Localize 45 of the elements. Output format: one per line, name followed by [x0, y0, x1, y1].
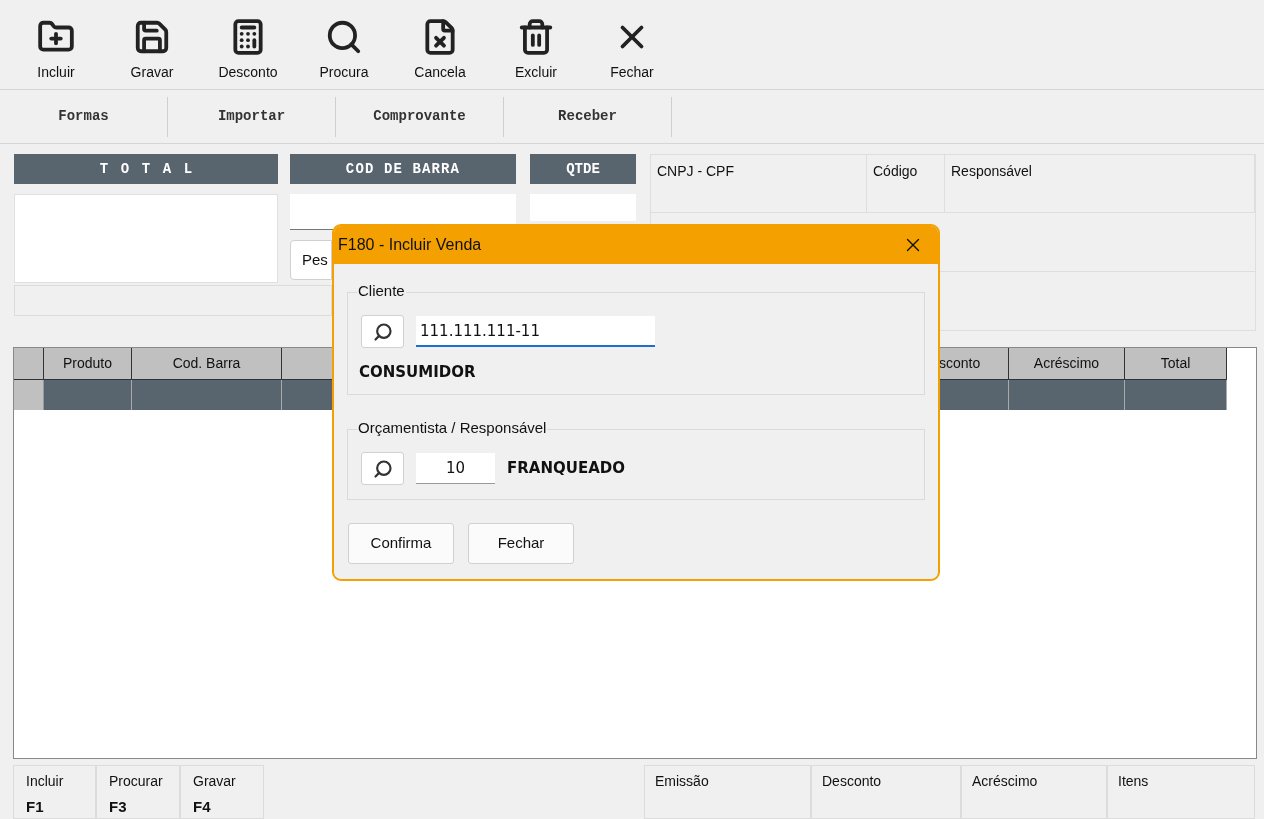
search-icon	[372, 458, 393, 479]
column-header[interactable]: sconto	[939, 348, 1009, 380]
lookup-button[interactable]	[361, 452, 404, 485]
toolbar-button[interactable]: Procura	[296, 10, 392, 89]
table-cell	[939, 380, 1009, 410]
responsible-name: FRANQUEADO	[507, 458, 625, 480]
column-header[interactable]: Produto	[44, 348, 132, 380]
search-icon	[325, 18, 363, 56]
total-label: Itens	[1107, 765, 1255, 819]
toolbar-button[interactable]: Excluir	[488, 10, 584, 89]
info-label: Responsável	[945, 155, 1255, 212]
client-field[interactable]: 111.111.111-11	[416, 316, 655, 347]
action-button[interactable]: Importar	[168, 96, 336, 137]
lookup-button[interactable]	[361, 315, 404, 348]
total-header: TOTAL	[14, 154, 278, 184]
toolbar-button[interactable]: Fechar	[584, 10, 680, 89]
shortcut-button[interactable]: Incluir F1	[13, 765, 96, 819]
shortcut-button[interactable]: Procurar F3	[96, 765, 180, 819]
trash-icon	[517, 18, 555, 56]
total-label: Emissão	[644, 765, 811, 819]
shortcut-button[interactable]: Gravar F4	[180, 765, 264, 819]
dialog-button[interactable]: Fechar	[468, 523, 574, 564]
quantity-header: QTDE	[530, 154, 636, 184]
column-header[interactable]: Total	[1125, 348, 1227, 380]
toolbar-button[interactable]: Desconto	[200, 10, 296, 89]
action-button[interactable]: Formas	[0, 96, 168, 137]
action-button[interactable]: Comprovante	[336, 96, 504, 137]
column-header[interactable]: Cod. Barra	[132, 348, 282, 380]
toolbar-button[interactable]: Incluir	[8, 10, 104, 89]
dialog-button[interactable]: Confirma	[348, 523, 454, 564]
info-label: CNPJ - CPF	[651, 155, 867, 212]
dialog-title: F180 - Incluir Venda	[338, 235, 482, 255]
total-label: Desconto	[811, 765, 961, 819]
info-label: Código	[867, 155, 945, 212]
code-field[interactable]: 10	[416, 453, 495, 484]
search-button[interactable]: Pes	[290, 240, 332, 280]
client-name: CONSUMIDOR	[358, 362, 477, 383]
total-label: Acréscimo	[961, 765, 1107, 819]
search-icon	[372, 321, 393, 342]
corner-header	[14, 348, 44, 380]
action-button[interactable]: Receber	[504, 96, 672, 137]
toolbar-button[interactable]: Cancela	[392, 10, 488, 89]
toolbar-button[interactable]: Gravar	[104, 10, 200, 89]
barcode-header: COD DE BARRA	[290, 154, 516, 184]
column-header[interactable]: Acréscimo	[1009, 348, 1125, 380]
